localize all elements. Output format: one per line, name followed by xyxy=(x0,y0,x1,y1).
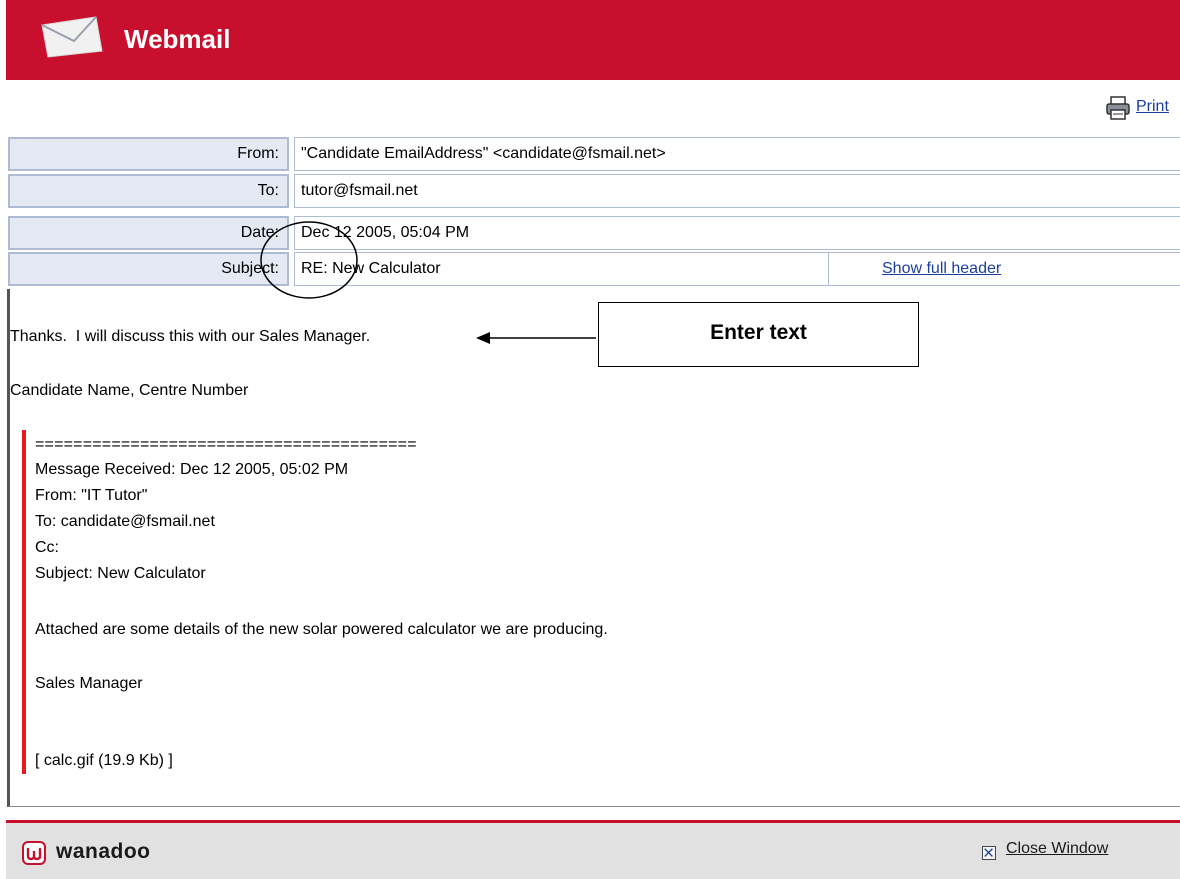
envelope-icon xyxy=(41,16,103,58)
header-row-subject: Subject: RE: New Calculator Show full he… xyxy=(8,252,1180,286)
wanadoo-logo-icon xyxy=(22,841,46,865)
from-label: From: xyxy=(8,137,289,171)
header-row-from: From: "Candidate EmailAddress" <candidat… xyxy=(8,137,1180,171)
date-value: Dec 12 2005, 05:04 PM xyxy=(294,216,1180,250)
close-icon[interactable] xyxy=(982,846,996,860)
from-value: "Candidate EmailAddress" <candidate@fsma… xyxy=(294,137,1180,171)
quote-to: To: candidate@fsmail.net xyxy=(35,513,215,530)
quote-separator: ======================================== xyxy=(35,436,417,453)
print-link[interactable]: Print xyxy=(1136,98,1176,122)
attachment-link[interactable]: [ calc.gif (19.9 Kb) ] xyxy=(35,752,173,770)
quote-bar xyxy=(22,430,26,774)
reply-text: Thanks. I will discuss this with our Sal… xyxy=(10,328,371,345)
app-title: Webmail xyxy=(124,24,231,54)
show-full-header-link[interactable]: Show full header xyxy=(828,252,1180,286)
close-window-link[interactable]: Close Window xyxy=(1006,840,1108,858)
signature-text: Candidate Name, Centre Number xyxy=(10,382,249,399)
quote-received: Message Received: Dec 12 2005, 05:02 PM xyxy=(35,461,349,478)
quote-cc: Cc: xyxy=(35,539,59,556)
quote-body: Attached are some details of the new sol… xyxy=(35,621,608,638)
footer-bar: wanadoo Close Window xyxy=(6,823,1180,879)
subject-label: Subject: xyxy=(8,252,289,286)
quote-from: From: "IT Tutor" xyxy=(35,487,148,504)
to-label: To: xyxy=(8,174,289,208)
enter-text-callout: Enter text xyxy=(598,302,919,367)
header-row-date: Date: Dec 12 2005, 05:04 PM xyxy=(8,216,1180,250)
message-body xyxy=(7,289,1180,807)
to-value: tutor@fsmail.net xyxy=(294,174,1180,208)
quote-signoff: Sales Manager xyxy=(35,675,143,692)
subject-value: RE: New Calculator xyxy=(294,252,828,286)
wanadoo-brand: wanadoo xyxy=(56,840,151,863)
header-row-to: To: tutor@fsmail.net xyxy=(8,174,1180,208)
printer-icon[interactable] xyxy=(1105,95,1131,121)
app-header: Webmail xyxy=(6,0,1180,80)
date-label: Date: xyxy=(8,216,289,250)
quote-subject: Subject: New Calculator xyxy=(35,565,206,582)
